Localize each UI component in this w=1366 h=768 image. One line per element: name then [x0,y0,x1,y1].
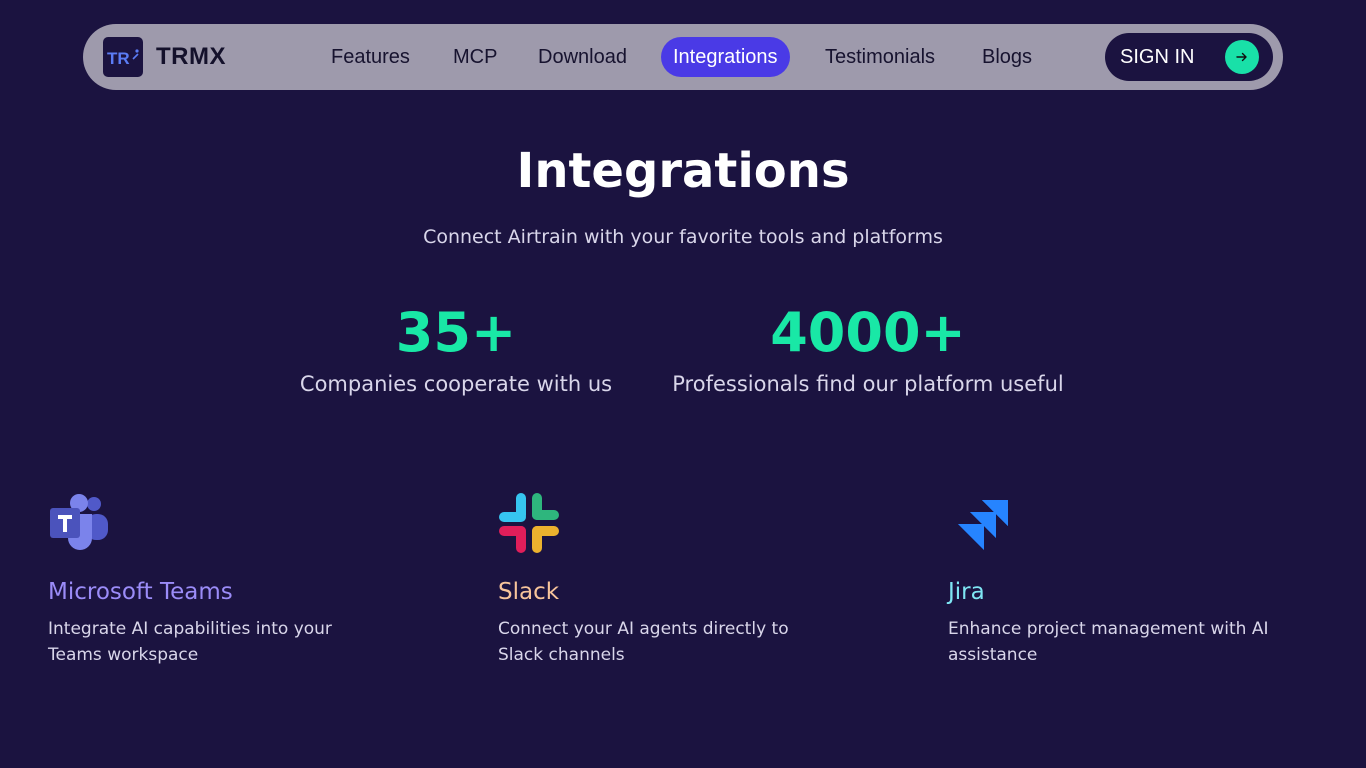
stat-companies: 35+ Companies cooperate with us [296,300,616,396]
brand-name[interactable]: TRMX [156,24,226,90]
integration-card-jira[interactable]: Jira Enhance project management with AI … [948,492,1328,668]
logo-mark: TR [107,49,130,68]
stat-label: Professionals find our platform useful [672,372,1064,396]
page-title: Integrations [516,143,850,199]
logo-icon[interactable]: TR [103,37,143,77]
stat-value: 35+ [395,301,517,364]
sign-in-label: SIGN IN [1120,46,1195,68]
nav-item-download[interactable]: Download [538,37,627,77]
integration-description: Connect your AI agents directly to Slack… [498,619,789,665]
nav-item-integrations[interactable]: Integrations [661,37,790,77]
page-subtitle: Connect Airtrain with your favorite tool… [423,226,943,248]
nav-item-blogs[interactable]: Blogs [982,37,1032,77]
integration-description: Enhance project management with AI assis… [948,619,1269,665]
integration-title: Jira [948,579,985,605]
stat-professionals: 4000+ Professionals find our platform us… [668,300,1068,396]
integration-title: Microsoft Teams [48,579,233,605]
integration-description: Integrate AI capabilities into your Team… [48,619,332,665]
integration-title: Slack [498,579,560,605]
nav-item-mcp[interactable]: MCP [453,37,497,77]
jira-icon [948,492,1012,556]
nav-item-features[interactable]: Features [331,37,410,77]
stat-label: Companies cooperate with us [299,372,613,396]
sign-in-button[interactable]: SIGN IN [1105,33,1273,81]
arrow-right-icon [1225,40,1259,74]
top-navbar: TR TRMX Features MCP Download Integratio… [83,24,1283,90]
microsoft-teams-icon [48,492,112,556]
slack-icon [498,492,562,556]
stat-value: 4000+ [770,301,966,364]
integration-card-teams[interactable]: Microsoft Teams Integrate AI capabilitie… [48,492,428,668]
integration-card-slack[interactable]: Slack Connect your AI agents directly to… [498,492,878,668]
nav-item-testimonials[interactable]: Testimonials [825,37,935,77]
